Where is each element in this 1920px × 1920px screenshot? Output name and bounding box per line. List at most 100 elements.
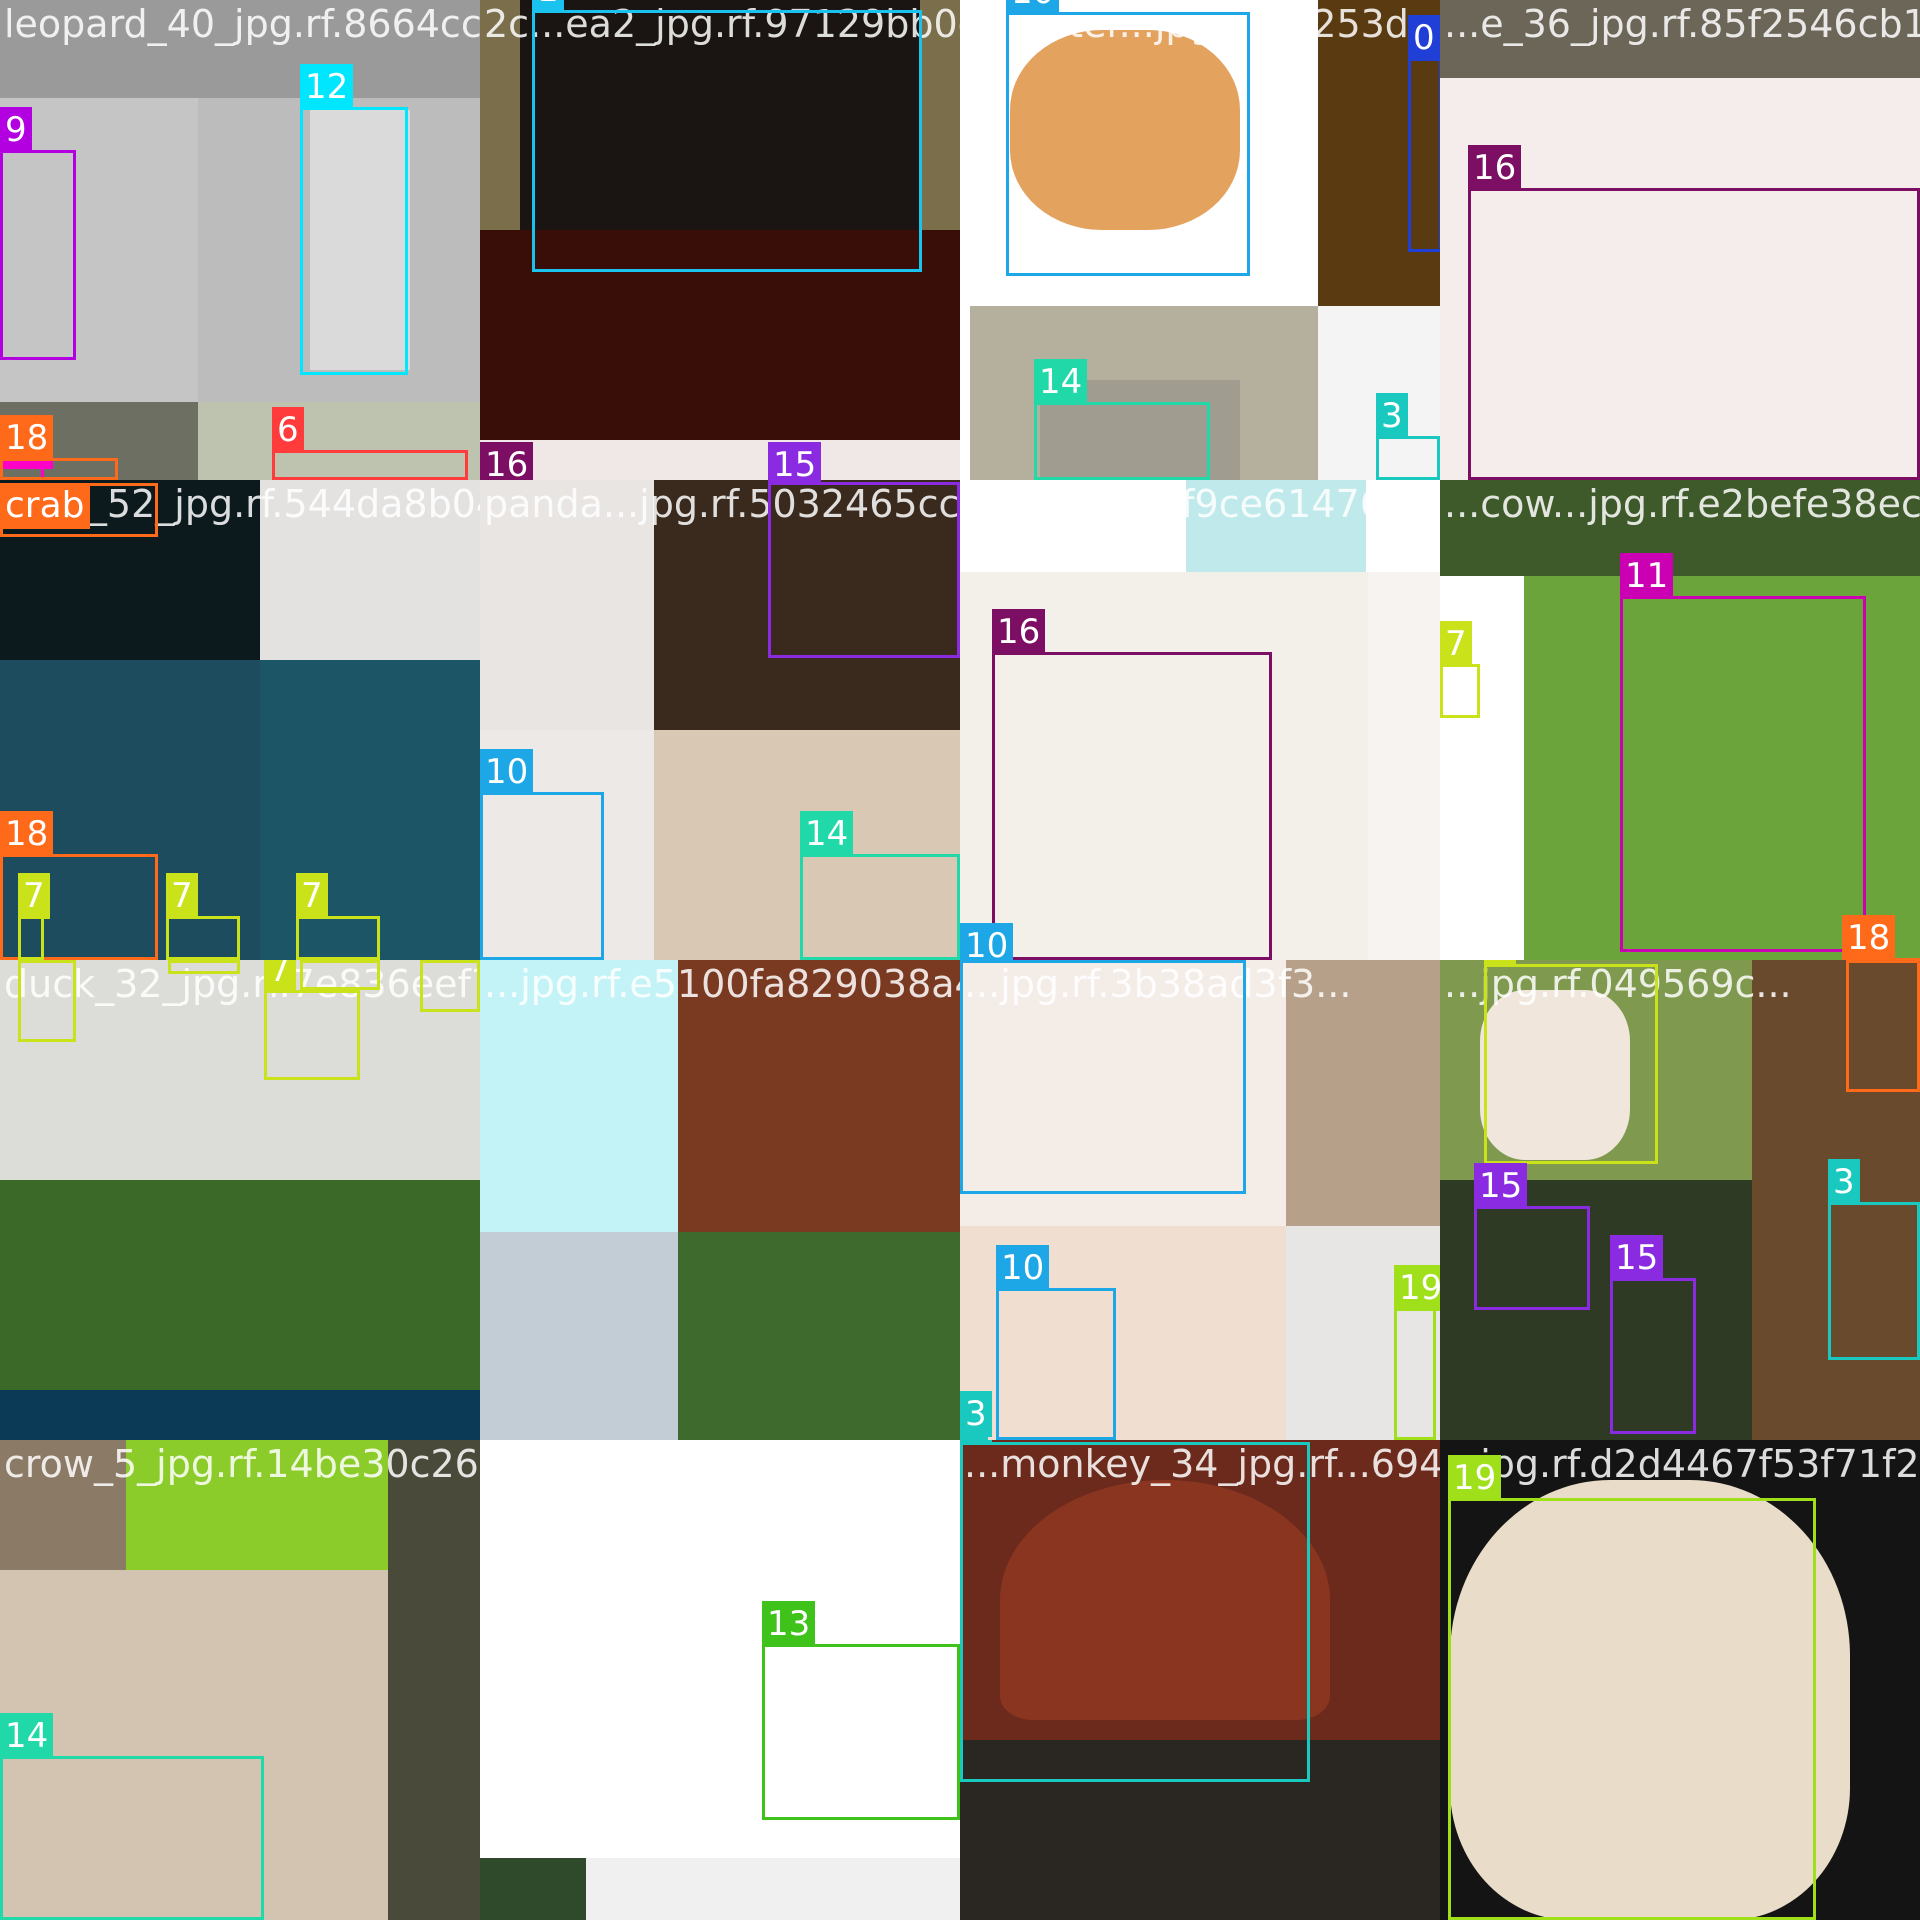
class-label: 7 bbox=[18, 873, 50, 919]
class-label: 13 bbox=[762, 1601, 816, 1647]
class-label: crab bbox=[0, 483, 90, 529]
detection-box: crab bbox=[0, 483, 158, 537]
detection-box: 3 bbox=[960, 1440, 1310, 1782]
detection-box: 0 bbox=[1408, 15, 1440, 252]
image-region bbox=[678, 960, 960, 1232]
class-label: 14 bbox=[0, 1713, 54, 1759]
detection-box: 7 bbox=[264, 960, 360, 1080]
mosaic-tile: hamster...jpg.rf.dd253d... 10 0 14 3 bbox=[960, 0, 1440, 480]
class-label: 7 bbox=[420, 960, 452, 963]
detection-box: 6 bbox=[272, 407, 468, 480]
detection-box: 15 bbox=[1610, 1235, 1696, 1434]
class-label: 15 bbox=[1610, 1235, 1664, 1281]
class-label: 7 bbox=[296, 873, 328, 919]
class-label: 3 bbox=[960, 1440, 992, 1445]
class-label: 10 bbox=[1006, 0, 1060, 15]
class-label: 18 bbox=[0, 415, 54, 461]
detection-box: 19 bbox=[1448, 1455, 1816, 1920]
class-label: 14 bbox=[1034, 359, 1088, 405]
image-region bbox=[260, 660, 480, 960]
image-region bbox=[126, 1440, 388, 1570]
class-label: 16 bbox=[992, 609, 1046, 655]
detection-box: 7 bbox=[420, 960, 480, 1012]
detection-box: 10 bbox=[480, 749, 604, 960]
class-label: 10 bbox=[996, 1245, 1050, 1291]
detection-box: 19 bbox=[1394, 1265, 1440, 1440]
class-label: 6 bbox=[272, 407, 304, 453]
detection-box: 1 bbox=[532, 0, 922, 272]
mosaic-tile: 2c...ea2_jpg.rf.97129bb0c8... 1 16 15 bbox=[480, 0, 960, 480]
mosaic-tile: ...e_36_jpg.rf.85f2546cb149b3... 16 bbox=[1440, 0, 1920, 480]
detection-box: 3 bbox=[1376, 393, 1440, 480]
image-region bbox=[480, 1858, 586, 1920]
class-label: 15 bbox=[768, 442, 822, 480]
mosaic-tile: ...monkey_34_jpg.rf...694... 3 bbox=[960, 1440, 1440, 1920]
detection-box: 7 bbox=[18, 873, 50, 960]
image-region bbox=[1286, 960, 1440, 1226]
class-label: 9 bbox=[0, 107, 32, 153]
detection-box: 16 bbox=[1468, 145, 1920, 480]
class-label: 3 bbox=[960, 1391, 992, 1437]
detection-box: 7 bbox=[296, 873, 380, 960]
mosaic-tile: ...jpg.rf.85ef9ce614761... 16 10 bbox=[960, 480, 1440, 960]
mosaic-tile: duck_32_jpg.rf.7e836eef75e... 7 7 7 7 7 bbox=[0, 960, 480, 1440]
class-label: 10 bbox=[960, 923, 1014, 960]
image-region bbox=[678, 1232, 960, 1440]
detection-box: 10 bbox=[960, 960, 1246, 1194]
class-label: 7 bbox=[166, 873, 198, 919]
image-region bbox=[480, 480, 654, 730]
detection-box: 9 bbox=[0, 107, 76, 360]
detection-box: 10 bbox=[996, 1245, 1116, 1440]
detection-box: 3 bbox=[1828, 1159, 1920, 1360]
detection-box: 7 bbox=[1440, 621, 1480, 718]
detection-box: 14 bbox=[1034, 359, 1210, 480]
detection-box: 10 bbox=[1006, 0, 1250, 276]
detection-box: 18 bbox=[0, 415, 118, 480]
class-label: 1 bbox=[532, 0, 564, 13]
mosaic-tile: ...jpg.rf.e5100fa829038a4c... bbox=[480, 960, 960, 1440]
class-label: 0 bbox=[1408, 15, 1440, 61]
image-region bbox=[388, 1440, 480, 1920]
detection-box: 7 bbox=[18, 960, 76, 1042]
class-label: 10 bbox=[480, 749, 534, 795]
image-region bbox=[0, 1180, 480, 1390]
class-label: 15 bbox=[1474, 1163, 1528, 1209]
class-label: 7 bbox=[264, 960, 296, 993]
detection-box: 16 bbox=[992, 609, 1272, 960]
mosaic-tile: ...jpg.rf.3b38ad3f3... 10 10 19 3 bbox=[960, 960, 1440, 1440]
detection-box: 7 bbox=[168, 960, 240, 974]
mosaic-tile: ...jpg.rf.d2d4467f53f71f2920f61... 19 bbox=[1440, 1440, 1920, 1920]
mosaic-tile: crab_52_jpg.rf.544da8b0408... crab 18 7 … bbox=[0, 480, 480, 960]
class-label: 18 bbox=[0, 811, 54, 857]
class-label: 16 bbox=[480, 442, 534, 480]
mosaic-tile: ...jpg.rf.049569c... 7 15 15 3 18 bbox=[1440, 960, 1920, 1440]
class-label: 7 bbox=[300, 960, 332, 963]
image-region bbox=[1186, 480, 1366, 572]
image-region bbox=[586, 1858, 960, 1920]
detection-box: 18 bbox=[1846, 960, 1920, 1092]
class-label: 18 bbox=[1846, 960, 1900, 963]
detection-box: 14 bbox=[0, 1713, 264, 1920]
detection-mosaic: leopard_40_jpg.rf.8664cc3132... 9 12 11 … bbox=[0, 0, 1920, 1920]
detection-box: 15 bbox=[768, 480, 960, 658]
detection-box: 15 bbox=[1474, 1163, 1590, 1310]
detection-box: 7 bbox=[166, 873, 240, 960]
class-label: 19 bbox=[1394, 1265, 1440, 1311]
image-region bbox=[260, 480, 480, 660]
detection-box: 12 bbox=[300, 64, 408, 375]
class-label: 19 bbox=[1448, 1455, 1502, 1501]
image-region bbox=[480, 1232, 678, 1440]
class-label: 7 bbox=[1440, 621, 1472, 667]
class-label: 14 bbox=[800, 811, 854, 857]
image-region bbox=[1440, 480, 1920, 576]
class-label: 18 bbox=[1842, 915, 1896, 960]
mosaic-tile: leopard_40_jpg.rf.8664cc3132... 9 12 11 … bbox=[0, 0, 480, 480]
class-label: 7 bbox=[1484, 960, 1516, 967]
class-label: 3 bbox=[1376, 393, 1408, 439]
class-label: 15 bbox=[768, 480, 822, 485]
class-label: 10 bbox=[960, 960, 1014, 963]
detection-box: 7 bbox=[300, 960, 380, 990]
class-label: 3 bbox=[1828, 1159, 1860, 1205]
image-region bbox=[480, 440, 960, 480]
image-region bbox=[480, 960, 678, 1232]
